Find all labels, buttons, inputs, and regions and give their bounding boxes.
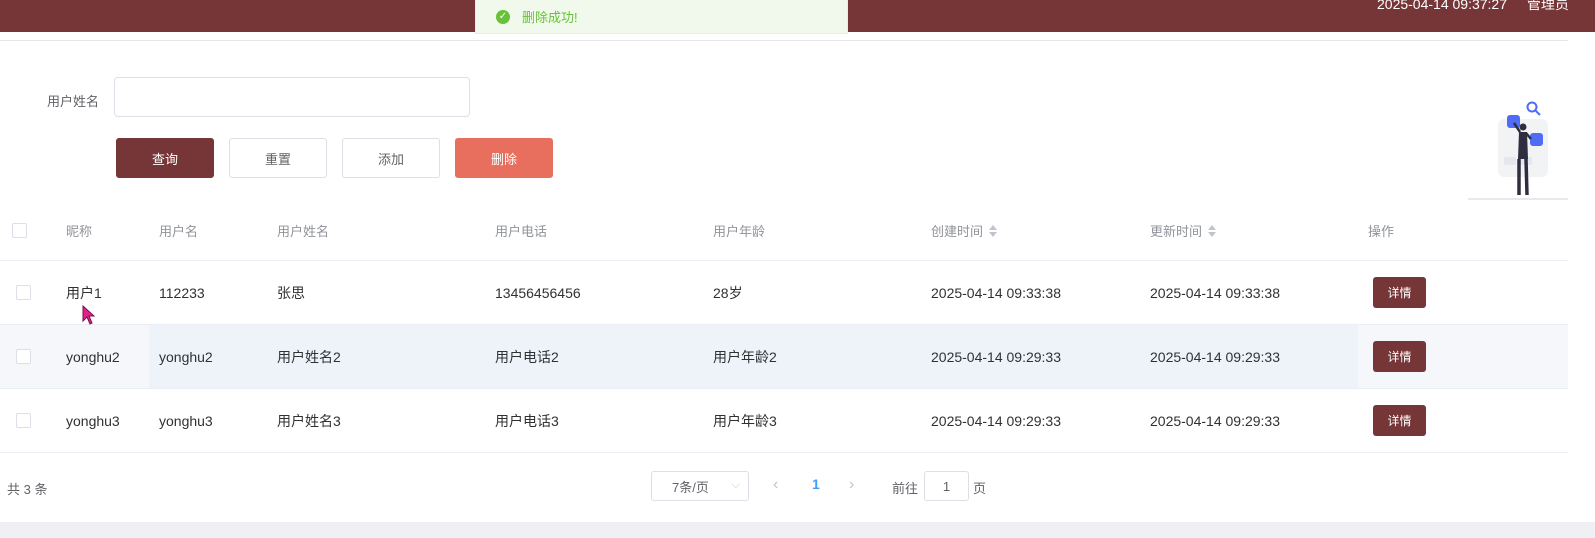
chevron-down-icon: ⌵ bbox=[731, 479, 740, 491]
page-size-select[interactable]: 7条/页 ⌵ bbox=[651, 471, 749, 501]
current-datetime: 2025-04-14 09:37:27 bbox=[1377, 0, 1507, 12]
detail-button[interactable]: 详情 bbox=[1373, 341, 1426, 372]
cell-username: yonghu3 bbox=[159, 412, 213, 429]
detail-button[interactable]: 详情 bbox=[1373, 277, 1426, 308]
footer-strip bbox=[0, 522, 1595, 538]
cell-username: yonghu2 bbox=[159, 348, 213, 365]
success-toast: ✓ 删除成功! bbox=[475, 0, 848, 34]
cell-realname: 张思 bbox=[277, 284, 305, 301]
pagination-total: 共 3 条 bbox=[7, 482, 48, 497]
cell-created: 2025-04-14 09:29:33 bbox=[931, 412, 1061, 429]
cell-age: 用户年龄2 bbox=[713, 348, 777, 365]
select-all-checkbox[interactable] bbox=[12, 223, 27, 238]
column-header: 操作 bbox=[1368, 224, 1395, 239]
row-checkbox[interactable] bbox=[16, 285, 31, 300]
delete-button[interactable]: 删除 bbox=[455, 138, 553, 178]
cell-realname: 用户姓名2 bbox=[277, 348, 341, 365]
cell-nickname: yonghu3 bbox=[66, 412, 120, 429]
user-name[interactable]: 管理员 bbox=[1527, 0, 1569, 12]
cell-updated: 2025-04-14 09:29:33 bbox=[1150, 348, 1280, 365]
cell-age: 28岁 bbox=[713, 284, 743, 301]
column-header-label: 创建时间 bbox=[931, 224, 984, 239]
topbar-info: 2025-04-14 09:37:27 管理员 bbox=[1377, 0, 1569, 14]
column-header: 用户名 bbox=[159, 224, 199, 239]
goto-page-input[interactable] bbox=[924, 471, 969, 501]
cell-nickname: yonghu2 bbox=[66, 348, 120, 365]
search-illustration bbox=[1468, 101, 1568, 200]
sort-icon[interactable] bbox=[1208, 224, 1217, 237]
pagination: 共 3 条 7条/页 ⌵ ‹ 1 › 前往 页 bbox=[0, 462, 1568, 512]
goto-label: 前往 bbox=[892, 481, 919, 496]
column-header-created[interactable]: 创建时间 bbox=[931, 201, 998, 260]
cell-age: 用户年龄3 bbox=[713, 412, 777, 429]
page-number-current[interactable]: 1 bbox=[812, 476, 820, 492]
cell-phone: 13456456456 bbox=[495, 284, 581, 301]
query-button[interactable]: 查询 bbox=[116, 138, 214, 178]
user-table: 昵称 用户名 用户姓名 用户电话 用户年龄 创建时间 更新时间 操作 用户1 1… bbox=[0, 201, 1568, 453]
add-button[interactable]: 添加 bbox=[342, 138, 440, 178]
cell-realname: 用户姓名3 bbox=[277, 412, 341, 429]
reset-button[interactable]: 重置 bbox=[229, 138, 327, 178]
toast-message: 删除成功! bbox=[522, 10, 578, 25]
detail-button[interactable]: 详情 bbox=[1373, 405, 1426, 436]
column-header-label: 更新时间 bbox=[1150, 224, 1203, 239]
next-page-icon[interactable]: › bbox=[849, 476, 854, 494]
table-header: 昵称 用户名 用户姓名 用户电话 用户年龄 创建时间 更新时间 操作 bbox=[0, 201, 1568, 261]
column-header: 用户年龄 bbox=[713, 224, 766, 239]
cell-created: 2025-04-14 09:33:38 bbox=[931, 284, 1061, 301]
search-input[interactable] bbox=[114, 77, 470, 117]
cell-username: 112233 bbox=[159, 284, 205, 301]
prev-page-icon[interactable]: ‹ bbox=[773, 476, 778, 494]
goto-suffix: 页 bbox=[973, 481, 987, 496]
cell-phone: 用户电话2 bbox=[495, 348, 559, 365]
column-header: 用户姓名 bbox=[277, 224, 330, 239]
column-header: 昵称 bbox=[66, 224, 93, 239]
search-label: 用户姓名 bbox=[47, 94, 100, 109]
cell-phone: 用户电话3 bbox=[495, 412, 559, 429]
cell-updated: 2025-04-14 09:33:38 bbox=[1150, 284, 1280, 301]
main-content: 用户姓名 查询 重置 添加 删除 昵称 用户名 用户姓名 用户电话 用户年龄 创… bbox=[0, 40, 1568, 522]
sort-icon[interactable] bbox=[989, 224, 998, 237]
mouse-cursor-icon bbox=[82, 305, 96, 325]
check-circle-icon: ✓ bbox=[496, 9, 510, 24]
row-checkbox[interactable] bbox=[16, 349, 31, 364]
page-size-value: 7条/页 bbox=[672, 479, 709, 495]
table-row: yonghu2 yonghu2 用户姓名2 用户电话2 用户年龄2 2025-0… bbox=[0, 325, 1568, 389]
row-checkbox[interactable] bbox=[16, 413, 31, 428]
cell-created: 2025-04-14 09:29:33 bbox=[931, 348, 1061, 365]
cell-updated: 2025-04-14 09:29:33 bbox=[1150, 412, 1280, 429]
column-header-updated[interactable]: 更新时间 bbox=[1150, 201, 1217, 260]
table-row: yonghu3 yonghu3 用户姓名3 用户电话3 用户年龄3 2025-0… bbox=[0, 389, 1568, 453]
column-header: 用户电话 bbox=[495, 224, 548, 239]
table-row: 用户1 112233 张思 13456456456 28岁 2025-04-14… bbox=[0, 261, 1568, 325]
